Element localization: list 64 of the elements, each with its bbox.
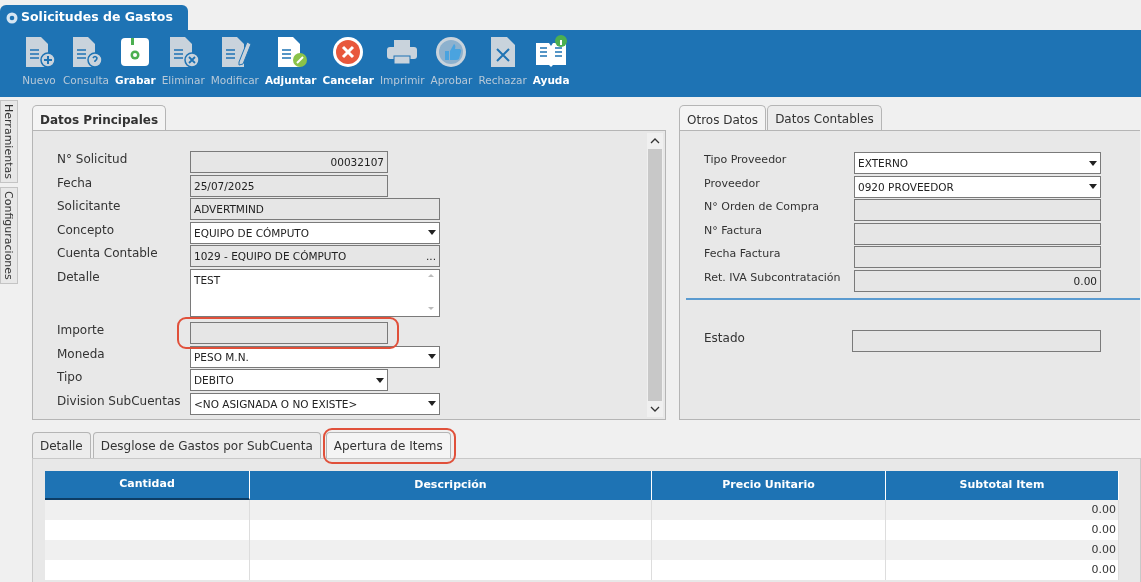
table-cell: 0.00 — [886, 560, 1119, 580]
field-label: N° Orden de Compra — [704, 199, 821, 216]
field-label: Tipo — [57, 369, 84, 386]
table-cell: 0.00 — [886, 520, 1119, 540]
field-label: Tipo Proveedor — [704, 152, 788, 168]
text-area[interactable]: TEST — [190, 268, 440, 317]
dropdown-caret-icon — [1089, 184, 1097, 190]
field-label: Fecha Factura — [704, 246, 782, 263]
dropdown-caret-icon — [428, 230, 436, 236]
detail-tab[interactable]: Detalle — [32, 432, 91, 458]
input-field[interactable]: 00032107 — [190, 151, 388, 173]
dropdown-field[interactable]: PESO M.N. — [190, 345, 440, 368]
dropdown-field[interactable]: EQUIPO DE CÓMPUTO — [190, 221, 440, 244]
toolbar-button[interactable]: Cancelar — [321, 34, 375, 97]
dropdown-caret-icon — [1089, 160, 1097, 166]
field-label: Proveedor — [704, 175, 761, 192]
field-label: Fecha — [57, 174, 94, 191]
dropdown-caret-icon — [428, 354, 436, 360]
field-label: N° Solicitud — [57, 151, 129, 167]
field-label: Moneda — [57, 345, 106, 362]
toolbar-button[interactable]: Grabar — [114, 34, 157, 97]
field-label: Cuenta Contable — [57, 245, 159, 262]
input-field[interactable]: ADVERTMIND — [190, 198, 440, 221]
column-header[interactable]: Descripción — [250, 471, 652, 500]
input-field[interactable]: 0.00 — [854, 269, 1101, 292]
field-label: Detalle — [57, 268, 101, 285]
field-label: Estado — [704, 329, 746, 346]
column-header[interactable]: Subtotal Item — [886, 471, 1119, 500]
table-cell: 0.00 — [886, 540, 1119, 560]
field-label: Concepto — [57, 221, 115, 238]
panel-tab[interactable]: Datos Principales — [32, 105, 167, 130]
side-tab[interactable]: Herramientas — [0, 100, 18, 183]
input-field[interactable] — [854, 246, 1101, 269]
table-cell: 0.00 — [886, 500, 1119, 520]
column-header[interactable]: Cantidad — [45, 471, 250, 500]
dropdown-field[interactable]: <NO ASIGNADA O NO EXISTE> — [190, 392, 440, 415]
field-label: N° Factura — [704, 222, 763, 239]
window-title-tab[interactable]: Solicitudes de Gastos — [0, 5, 188, 30]
input-field[interactable] — [190, 321, 388, 344]
panel-tab[interactable]: Datos Contables — [767, 105, 882, 130]
field-label: Division SubCuentas — [57, 392, 182, 409]
input-field[interactable] — [854, 222, 1101, 245]
input-field[interactable]: 25/07/2025 — [190, 174, 388, 197]
lookup-field[interactable]: 1029 - EQUIPO DE CÓMPUTO ... — [190, 245, 440, 268]
scrollbar[interactable] — [647, 133, 663, 417]
input-field[interactable] — [854, 199, 1101, 222]
column-header[interactable]: Precio Unitario — [652, 471, 886, 500]
detail-tab[interactable]: Apertura de Items — [325, 432, 451, 458]
input-field[interactable] — [852, 329, 1101, 352]
toolbar-button[interactable]: Adjuntar — [263, 34, 318, 97]
dropdown-caret-icon — [376, 377, 384, 383]
field-label: Solicitante — [57, 198, 122, 215]
detail-tab[interactable]: Desglose de Gastos por SubCuenta — [92, 432, 321, 458]
app-logo-icon — [6, 11, 18, 24]
dropdown-caret-icon — [428, 401, 436, 407]
field-label: Ret. IVA Subcontratación — [704, 269, 842, 286]
help-book-icon — [533, 34, 570, 70]
panel-tab[interactable]: Otros Datos — [679, 105, 767, 130]
dropdown-field[interactable]: EXTERNO — [854, 152, 1101, 174]
dropdown-field[interactable]: 0920 PROVEEDOR — [854, 175, 1101, 198]
side-tab[interactable]: Configuraciones — [0, 186, 18, 284]
dropdown-field[interactable]: DEBITO — [190, 369, 388, 392]
field-label: Importe — [57, 321, 106, 338]
toolbar-button[interactable]: Ayuda — [531, 34, 571, 97]
